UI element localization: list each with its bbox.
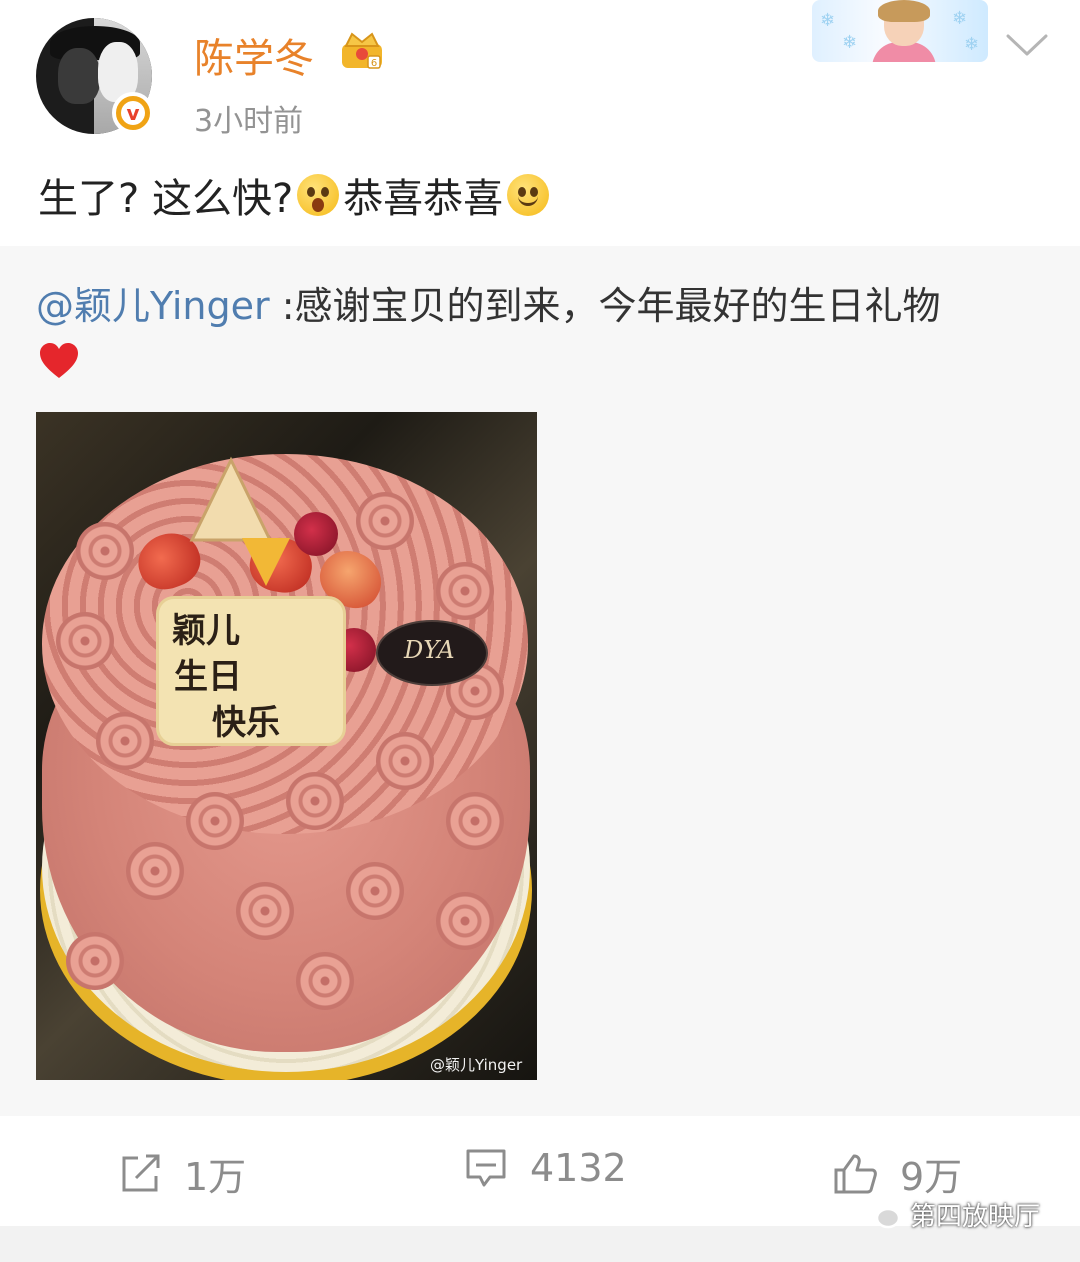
wechat-icon [862,1199,901,1228]
username[interactable]: 陈学冬 [194,26,314,84]
card-decoration[interactable]: ❄ ❄ ❄ ❄ [812,0,988,62]
post-text: 生了? 这么快? 恭喜恭喜 [38,166,553,224]
fruit-slice [242,538,290,586]
surprised-emoji-icon [297,174,340,216]
repost-image[interactable]: 颖儿 生日 快乐 DYA @颖儿Yinger [36,412,537,1080]
repost-button[interactable]: 1万 [118,1146,246,1201]
cake-plaque-text: 颖儿 生日 快乐 [172,611,280,743]
svg-text:6: 6 [371,58,377,69]
repost-count: 1万 [184,1155,247,1199]
cake-logo-text: DYA [404,636,455,664]
verified-badge-icon: v [112,92,154,134]
repost-body: :感谢宝贝的到来，今年最好的生日礼物 [269,284,941,328]
post-header: v 陈学冬 6 3小时前 ❄ ❄ ❄ ❄ [0,0,1080,150]
repost-mention-link[interactable]: @颖儿Yinger [36,284,270,328]
comment-icon [466,1149,506,1187]
wechat-watermark: 第四放映厅 [862,1196,1040,1233]
post-text-before: 生了? 这么快? [38,176,294,222]
like-button[interactable]: 9万 [832,1146,962,1201]
repost-text: @颖儿Yinger :感谢宝贝的到来，今年最好的生日礼物 [36,276,1036,336]
comment-button[interactable]: 4132 [464,1146,627,1190]
like-count: 9万 [900,1155,963,1199]
post-text-after: 恭喜恭喜 [343,176,504,222]
wechat-account-name: 第四放映厅 [910,1202,1041,1232]
like-icon [834,1154,877,1193]
crown-icon[interactable]: 6 [338,28,386,72]
avatar[interactable]: v [36,18,154,136]
comment-count: 4132 [530,1146,627,1190]
post-timestamp: 3小时前 [194,104,304,139]
chevron-down-icon[interactable] [1004,30,1050,60]
repost-block[interactable]: @颖儿Yinger :感谢宝贝的到来，今年最好的生日礼物 颖儿 生日 快乐 DY… [0,246,1080,1116]
heart-icon [40,343,78,378]
image-watermark: @颖儿Yinger [430,1056,523,1074]
smile-emoji-icon [507,174,550,216]
repost-icon [122,1154,160,1191]
